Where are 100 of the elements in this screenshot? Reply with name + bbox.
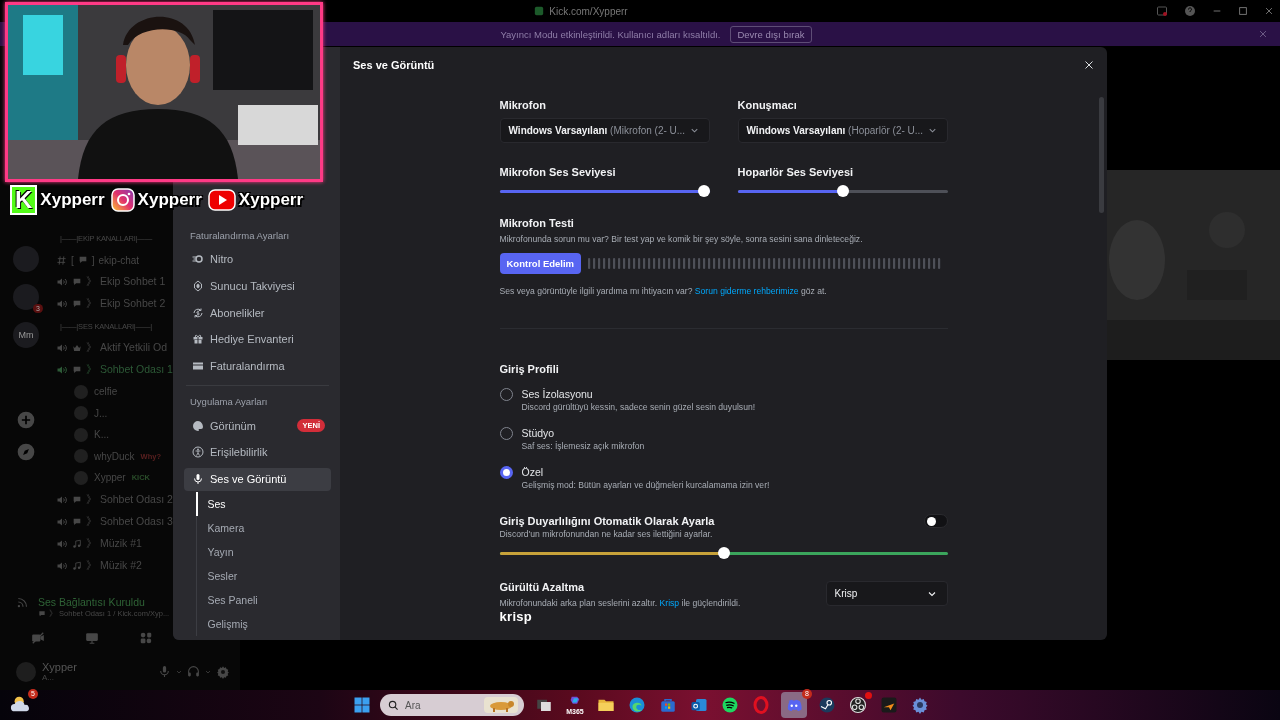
compass-icon[interactable]	[16, 442, 36, 462]
headphones-icon[interactable]	[187, 665, 200, 678]
server-icon[interactable]: Mm	[13, 322, 39, 348]
sidebar-subitem[interactable]: Ses	[195, 491, 331, 516]
help-icon[interactable]	[1184, 5, 1196, 17]
sidebar-item[interactable]: Sunucu Takviyesi	[184, 272, 331, 300]
scrollbar[interactable]	[1099, 97, 1104, 213]
sidebar-item[interactable]: Ses ve Görüntü	[184, 467, 331, 491]
avatar	[74, 384, 88, 399]
channel-handle: Xypperr	[40, 190, 105, 210]
krisp-logo: krisp	[499, 609, 533, 624]
maximize-icon[interactable]	[1238, 6, 1248, 16]
user-name: K...	[94, 429, 109, 441]
accessibility-icon	[192, 446, 204, 459]
help-text: Ses veya görüntüyle ilgili yardıma mı ihtiyacın var? Sorun giderme rehberimize göz at.	[499, 285, 828, 297]
kick-logo: K	[10, 185, 38, 215]
screen-share-icon[interactable]	[85, 631, 99, 645]
add-server-icon[interactable]	[16, 410, 36, 430]
settings-icon[interactable]	[216, 664, 230, 679]
speech-bubble-icon	[72, 494, 82, 505]
mail-icon	[690, 696, 708, 714]
section-title: Giriş Profili	[499, 363, 560, 376]
bracket: [	[71, 254, 74, 266]
speech-bubble-icon	[72, 516, 82, 527]
field-label: Giriş Duyarlılığını Otomatik Olarak Ayarla	[499, 514, 715, 528]
slider-thumb[interactable]	[717, 547, 730, 559]
sidebar-subitem[interactable]: Ses Paneli	[195, 587, 331, 612]
sidebar-item[interactable]: Abonelikler	[184, 299, 331, 327]
description: Mikrofonundaki arka plan seslerini azaltır. Krisp ile güçlendirildi.	[499, 597, 741, 609]
section-header: Uygulama Ayarları	[189, 396, 269, 409]
sidebar-item[interactable]: Hediye Envanteri	[184, 326, 331, 353]
guide-link[interactable]: Sorun giderme rehberimize	[694, 286, 799, 296]
sidebar-subitem[interactable]: Sesler	[195, 563, 331, 588]
option-label: Özel	[521, 465, 545, 479]
camera-icon	[110, 188, 135, 212]
avatar	[74, 406, 88, 421]
slider[interactable]	[499, 547, 948, 559]
slider-thumb[interactable]	[697, 185, 710, 197]
gem-icon	[192, 280, 204, 293]
sidebar-item[interactable]: Faturalandırma	[184, 352, 331, 380]
play-icon	[207, 189, 236, 211]
user-status: A...	[42, 673, 55, 682]
avatar	[74, 427, 88, 442]
ring-icon	[192, 253, 204, 266]
music-note-icon	[72, 538, 82, 549]
field-label: Gürültü Azaltma	[499, 581, 586, 594]
device-dropdown[interactable]: Windows Varsayılanı (Hoparlör (2- U...	[737, 118, 948, 143]
speech-bubble-icon	[72, 365, 82, 375]
sidebar-subitem[interactable]: Gelişmiş	[195, 611, 331, 636]
camera-off-icon[interactable]	[31, 631, 45, 645]
settings-icon	[911, 696, 929, 714]
search-icon	[388, 699, 399, 711]
disable-button[interactable]: Devre dışı bırak	[730, 25, 812, 43]
avatar	[74, 449, 88, 464]
search-field[interactable]: Ara	[380, 694, 524, 716]
description: Mikrofonunda sorun mu var? Bir test yap ve komik bir şey söyle, sonra sesini sana dinleteceğiz.	[499, 233, 864, 245]
dialog-title: Ses ve Görüntü	[353, 58, 435, 71]
inbox-icon[interactable]	[1156, 5, 1168, 17]
speech-bubble-icon	[72, 277, 82, 287]
field-label: Konuşmacı	[737, 99, 798, 112]
slider-thumb[interactable]	[836, 185, 849, 197]
connection-status: Ses Bağlantısı Kuruldu	[38, 596, 145, 608]
noise-dropdown[interactable]: Krisp	[825, 581, 948, 606]
description: Saf ses: İşlemesiz açık mikrofon	[521, 440, 646, 452]
start-icon[interactable]	[353, 696, 371, 714]
slider[interactable]	[737, 185, 948, 197]
activities-icon[interactable]	[139, 631, 153, 645]
close-icon[interactable]	[1083, 58, 1095, 71]
sidebar-item[interactable]: Erişilebilirlik	[184, 439, 331, 466]
field-label: Mikrofon Ses Seviyesi	[499, 166, 617, 179]
toggle-switch[interactable]	[923, 514, 948, 528]
site-icon	[534, 6, 545, 16]
hash-icon	[56, 254, 67, 266]
gift-icon	[192, 333, 204, 346]
speech-bubble-icon	[72, 299, 82, 309]
circle-icon	[849, 696, 867, 714]
user-name: Xypper	[94, 472, 126, 484]
shopping-bag-icon	[659, 696, 677, 714]
krisp-link[interactable]: Krisp	[659, 598, 680, 608]
speech-bubble-icon	[77, 255, 88, 265]
user-name: whyDuck	[94, 450, 135, 462]
mic-test-button[interactable]: Kontrol Edelim	[499, 253, 582, 274]
device-dropdown[interactable]: Windows Varsayılanı (Mikrofon (2- U...	[499, 118, 710, 143]
sidebar-subitem[interactable]: Kamera	[195, 515, 331, 540]
crown-icon	[72, 343, 82, 353]
sidebar-item[interactable]: Nitro	[184, 246, 331, 273]
signal-icon	[16, 595, 30, 609]
user-name: celfie	[94, 386, 118, 398]
microphone-icon[interactable]	[158, 665, 171, 678]
palette-icon	[192, 419, 204, 432]
music-note-icon	[72, 560, 82, 571]
banner-message: Yayıncı Modu etkinleştirildi. Kullanıcı adları kısaltıldı.	[500, 28, 721, 40]
field-label: Mikrofon Testi	[499, 217, 575, 230]
avatar	[74, 470, 88, 485]
radio-button[interactable]	[499, 465, 513, 479]
description: Discord gürültüyü kessin, sadece senin güzel sesin duyulsun!	[521, 401, 757, 413]
sidebar-subitem[interactable]: Yayın	[195, 539, 331, 564]
user-name: J...	[94, 407, 108, 419]
description: Discord'un mikrofonundan ne kadar ses ilettiğini ayarlar.	[499, 528, 714, 540]
slider[interactable]	[499, 185, 710, 197]
